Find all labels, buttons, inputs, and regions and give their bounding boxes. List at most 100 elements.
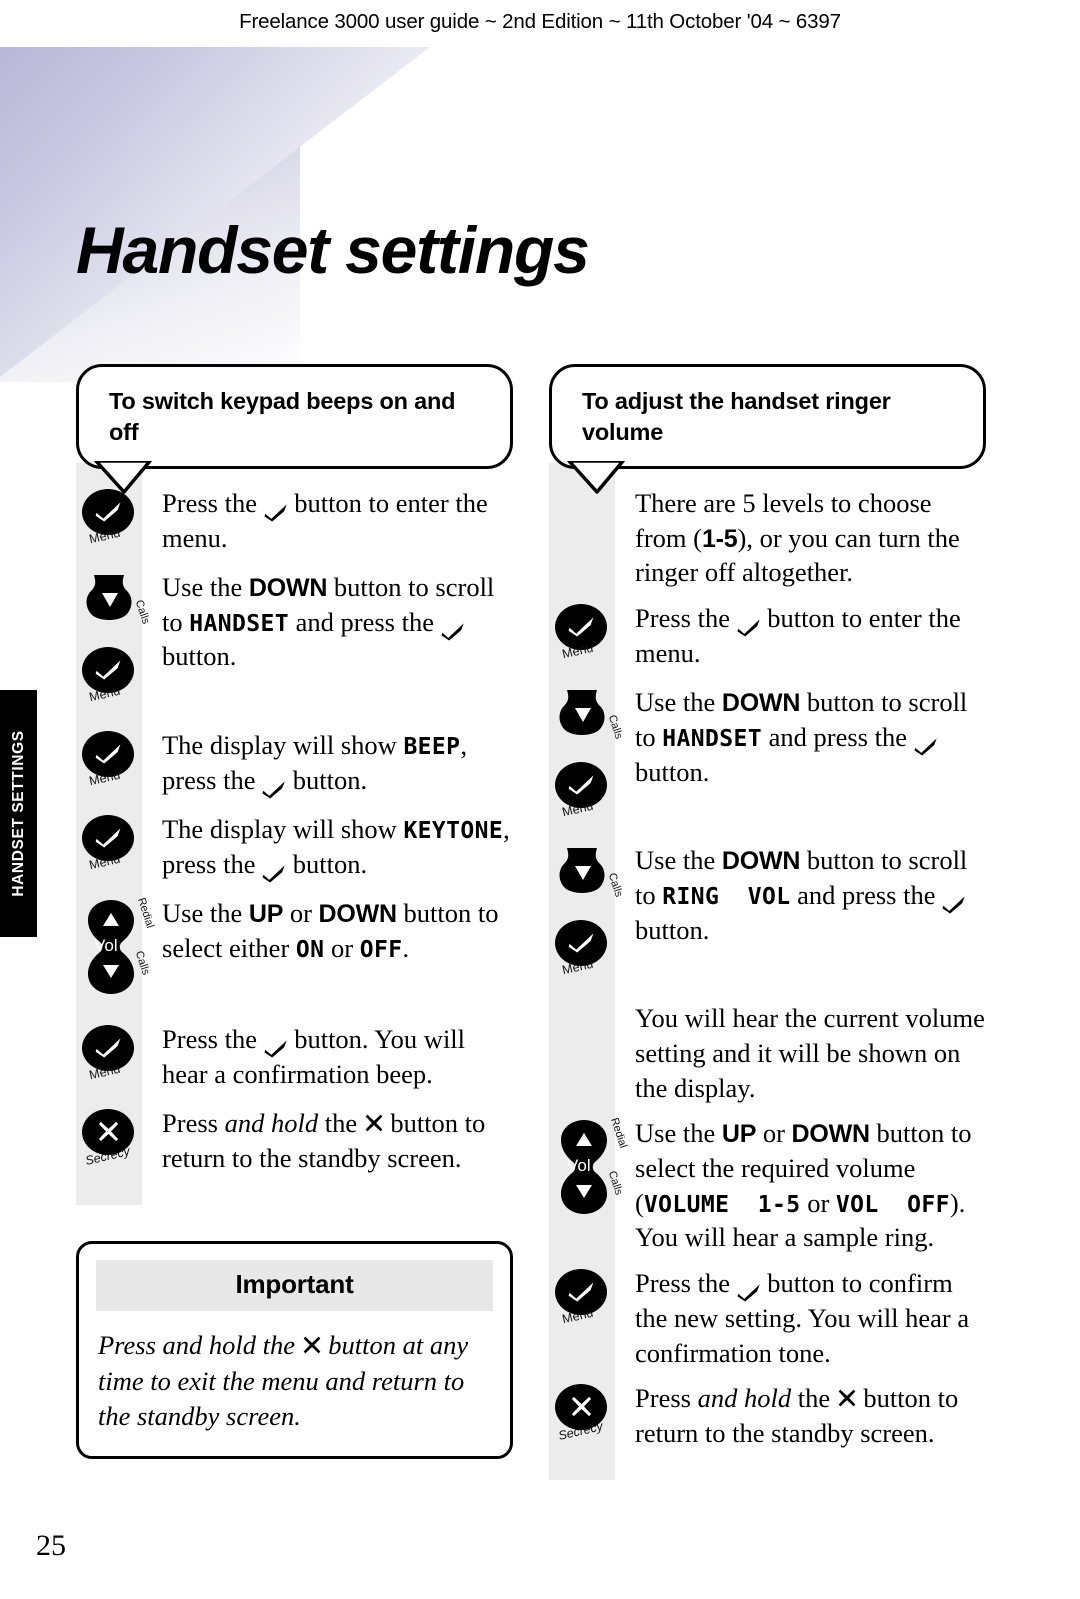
inline-tick-icon bbox=[264, 1030, 288, 1058]
step-key-icons: Secrecy bbox=[549, 1380, 635, 1454]
inline-tick-icon bbox=[262, 855, 286, 883]
step-instruction-text: You will hear the current volume setting… bbox=[635, 1000, 986, 1105]
key-menu[interactable]: Menu bbox=[82, 1024, 134, 1082]
body-text-run: and press the bbox=[761, 721, 914, 752]
step-instruction-text: Use the DOWN button to scroll to HANDSET… bbox=[162, 569, 513, 674]
important-callout: Important Press and hold the button at an… bbox=[76, 1240, 513, 1460]
key-down-cap bbox=[555, 846, 609, 896]
steps-rail: Menu Press the button to enter the menu. C… bbox=[76, 454, 513, 1205]
tick-icon bbox=[568, 616, 595, 642]
column-left: To switch keypad beeps on and off Menu Pre… bbox=[76, 364, 513, 1460]
instruction-step: You will hear the current volume setting… bbox=[549, 1000, 986, 1105]
step-instruction-text: Use the DOWN button to scroll to HANDSET… bbox=[635, 684, 986, 789]
inline-tick-icon bbox=[942, 886, 966, 914]
keyword-emphasis: DOWN bbox=[318, 899, 398, 928]
instruction-step: Vol Redial Calls Use the UP or DOWN button … bbox=[76, 895, 513, 1011]
body-text-run: or bbox=[800, 1187, 836, 1218]
key-menu[interactable]: Menu bbox=[82, 814, 134, 872]
body-text-run: . bbox=[402, 932, 410, 963]
close-x-icon bbox=[570, 1395, 593, 1423]
body-text-run: the bbox=[791, 1383, 837, 1414]
running-head: Freelance 3000 user guide ~ 2nd Edition … bbox=[239, 10, 841, 33]
tick-icon bbox=[568, 1281, 595, 1307]
key-volume-rocker[interactable]: Vol Redial Calls bbox=[82, 896, 156, 995]
section-heading-text: To switch keypad beeps on and off bbox=[109, 388, 456, 446]
instruction-step: Menu The display will show KEYTONE, press… bbox=[76, 811, 513, 885]
body-text-run: You will hear the current volume setting… bbox=[635, 1003, 985, 1103]
keyword-emphasis: DOWN bbox=[791, 1120, 871, 1149]
body-text-run: Use the bbox=[635, 1118, 722, 1149]
key-menu[interactable]: Menu bbox=[82, 730, 134, 788]
display-text: VOL OFF bbox=[835, 1191, 950, 1218]
instruction-step: Menu The display will show BEEP, press th… bbox=[76, 727, 513, 801]
important-callout-body: Press and hold the button at any time to… bbox=[96, 1328, 493, 1434]
body-text-run: the bbox=[318, 1107, 364, 1138]
down-triangle-icon bbox=[103, 964, 119, 983]
inline-tick-icon bbox=[737, 609, 761, 637]
body-text-run: button. bbox=[635, 914, 710, 945]
inline-tick-icon bbox=[441, 613, 465, 641]
key-menu[interactable]: Menu bbox=[555, 920, 607, 977]
instruction-step: Secrecy Press and hold the button to retu… bbox=[76, 1105, 513, 1179]
step-key-icons bbox=[549, 1000, 635, 1001]
column-right: To adjust the handset ringer volume There… bbox=[549, 364, 986, 1481]
keyword-emphasis: DOWN bbox=[721, 689, 801, 718]
body-text-run: or bbox=[283, 897, 319, 928]
key-volume-cap: Vol bbox=[82, 899, 140, 995]
key-menu[interactable]: Menu bbox=[555, 1269, 607, 1326]
instruction-step: Menu Press the button to enter the menu. bbox=[549, 600, 986, 674]
instruction-step: Calls Menu Use the DOWN button to scroll t… bbox=[549, 842, 986, 990]
key-secrecy[interactable]: Secrecy bbox=[82, 1108, 134, 1168]
body-text-run: Press the bbox=[162, 487, 264, 518]
section-heading-text: To adjust the handset ringer volume bbox=[582, 388, 891, 446]
key-menu[interactable]: Menu bbox=[555, 604, 607, 661]
key-menu[interactable]: Menu bbox=[82, 646, 134, 704]
display-text: BEEP bbox=[403, 733, 461, 760]
body-text-run: Press and hold the bbox=[98, 1329, 302, 1360]
section-thumb-tab-label: HANDSET SETTINGS bbox=[9, 730, 27, 897]
key-volume-label: Vol bbox=[567, 1156, 591, 1176]
key-down-cap bbox=[555, 688, 609, 738]
body-text-run: Use the bbox=[635, 687, 722, 718]
down-triangle-icon bbox=[102, 592, 118, 612]
key-secrecy[interactable]: Secrecy bbox=[555, 1384, 607, 1443]
down-triangle-icon bbox=[575, 866, 591, 885]
tick-icon bbox=[95, 659, 122, 685]
display-text: RING VOL bbox=[662, 883, 791, 910]
body-text-run: button. bbox=[286, 764, 368, 795]
section-heading-bubble: To adjust the handset ringer volume bbox=[549, 364, 986, 469]
body-text-run: button. bbox=[162, 641, 237, 672]
step-instruction-text: Press the button. You will hear a confir… bbox=[162, 1021, 513, 1091]
key-menu[interactable]: Menu bbox=[555, 762, 607, 819]
keyword-emphasis: DOWN bbox=[248, 573, 328, 602]
key-volume-rocker[interactable]: Vol Redial Calls bbox=[555, 1117, 629, 1215]
body-text-run: or bbox=[756, 1118, 792, 1149]
inline-tick-icon bbox=[264, 494, 288, 522]
display-text: OFF bbox=[359, 936, 403, 963]
instruction-step: Secrecy Press and hold the button to retu… bbox=[549, 1380, 986, 1454]
step-key-icons: Menu bbox=[549, 600, 635, 674]
key-down[interactable]: Calls bbox=[82, 573, 152, 625]
body-text-run: The display will show bbox=[162, 729, 404, 760]
inline-x-icon bbox=[837, 1388, 857, 1414]
body-text-run: or bbox=[324, 932, 360, 963]
step-instruction-text: Press the button to confirm the new sett… bbox=[635, 1265, 986, 1370]
instruction-step: Menu Press the button to confirm the new … bbox=[549, 1265, 986, 1370]
instruction-step: Menu Press the button. You will hear a co… bbox=[76, 1021, 513, 1095]
inline-x-icon bbox=[302, 1335, 322, 1361]
keyword-emphasis: DOWN bbox=[721, 847, 801, 876]
step-instruction-text: Press and hold the button to return to t… bbox=[162, 1105, 513, 1176]
body-text-run: Press bbox=[635, 1383, 698, 1414]
inline-tick-icon bbox=[737, 1274, 761, 1302]
key-down[interactable]: Calls bbox=[555, 846, 625, 899]
important-callout-title: Important bbox=[96, 1259, 493, 1311]
step-key-icons: Menu bbox=[76, 727, 162, 801]
page-number: 25 bbox=[36, 1529, 66, 1562]
step-key-icons: Secrecy bbox=[76, 1105, 162, 1179]
tick-icon bbox=[568, 774, 595, 800]
close-x-icon bbox=[97, 1120, 120, 1148]
step-key-icons: Menu bbox=[76, 811, 162, 885]
key-down[interactable]: Calls bbox=[555, 688, 625, 741]
body-text-run: Use the bbox=[162, 571, 249, 602]
step-instruction-text: Press the button to enter the menu. bbox=[635, 600, 986, 670]
